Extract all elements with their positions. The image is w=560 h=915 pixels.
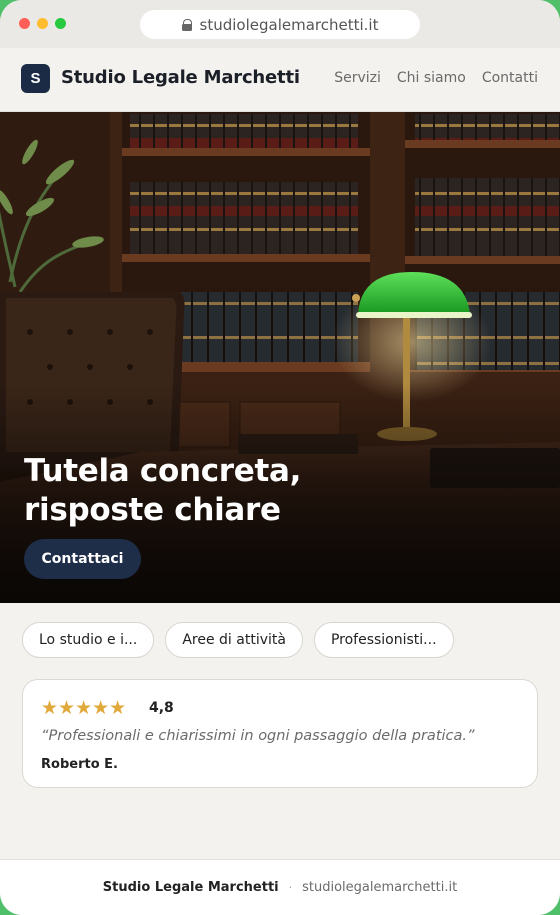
window-controls [19, 18, 66, 29]
nav-link-servizi[interactable]: Servizi [334, 70, 381, 86]
review-quote: “Professionali e chiarissimi in ogni pas… [41, 728, 475, 744]
url-text: studiolegalemarchetti.it [199, 15, 379, 34]
close-window-button[interactable] [19, 18, 30, 29]
review-author: Roberto E. [41, 757, 118, 772]
hero-title: Tutela concreta, risposte chiare [24, 453, 302, 528]
site-footer: Studio Legale Marchetti · studiolegalema… [0, 859, 560, 915]
site-header: S Studio Legale Marchetti Servizi Chi si… [0, 48, 560, 112]
contact-button[interactable]: Contattaci [24, 539, 141, 579]
star-rating-icons: ★★★★★ [41, 697, 127, 719]
review-card: ★★★★★ 4,8 “Professionali e chiarissimi i… [22, 679, 538, 788]
footer-brand: Studio Legale Marchetti [102, 880, 279, 895]
footer-domain[interactable]: studiolegalemarchetti.it [302, 880, 457, 895]
nav-link-contatti[interactable]: Contatti [482, 70, 538, 86]
lock-icon [181, 18, 193, 31]
logo[interactable]: S [21, 64, 50, 93]
browser-window: studiolegalemarchetti.it S Studio Legale… [0, 0, 560, 915]
hero-section: Tutela concreta, risposte chiare Contatt… [0, 112, 560, 603]
section-chips: Lo studio e i... Aree di attività Profes… [22, 622, 454, 658]
browser-chrome: studiolegalemarchetti.it [0, 0, 560, 48]
chip-professionisti[interactable]: Professionisti... [313, 622, 454, 658]
brand-name[interactable]: Studio Legale Marchetti [61, 67, 300, 88]
footer-separator: · [288, 881, 293, 894]
chip-aree-di-attivita[interactable]: Aree di attività [165, 622, 303, 658]
address-bar[interactable]: studiolegalemarchetti.it [140, 10, 420, 39]
chip-lo-studio[interactable]: Lo studio e i... [22, 622, 155, 658]
maximize-window-button[interactable] [55, 18, 66, 29]
main-nav: Servizi Chi siamo Contatti [334, 70, 538, 86]
minimize-window-button[interactable] [37, 18, 48, 29]
nav-link-chi-siamo[interactable]: Chi siamo [397, 70, 466, 86]
rating-value: 4,8 [149, 700, 174, 716]
